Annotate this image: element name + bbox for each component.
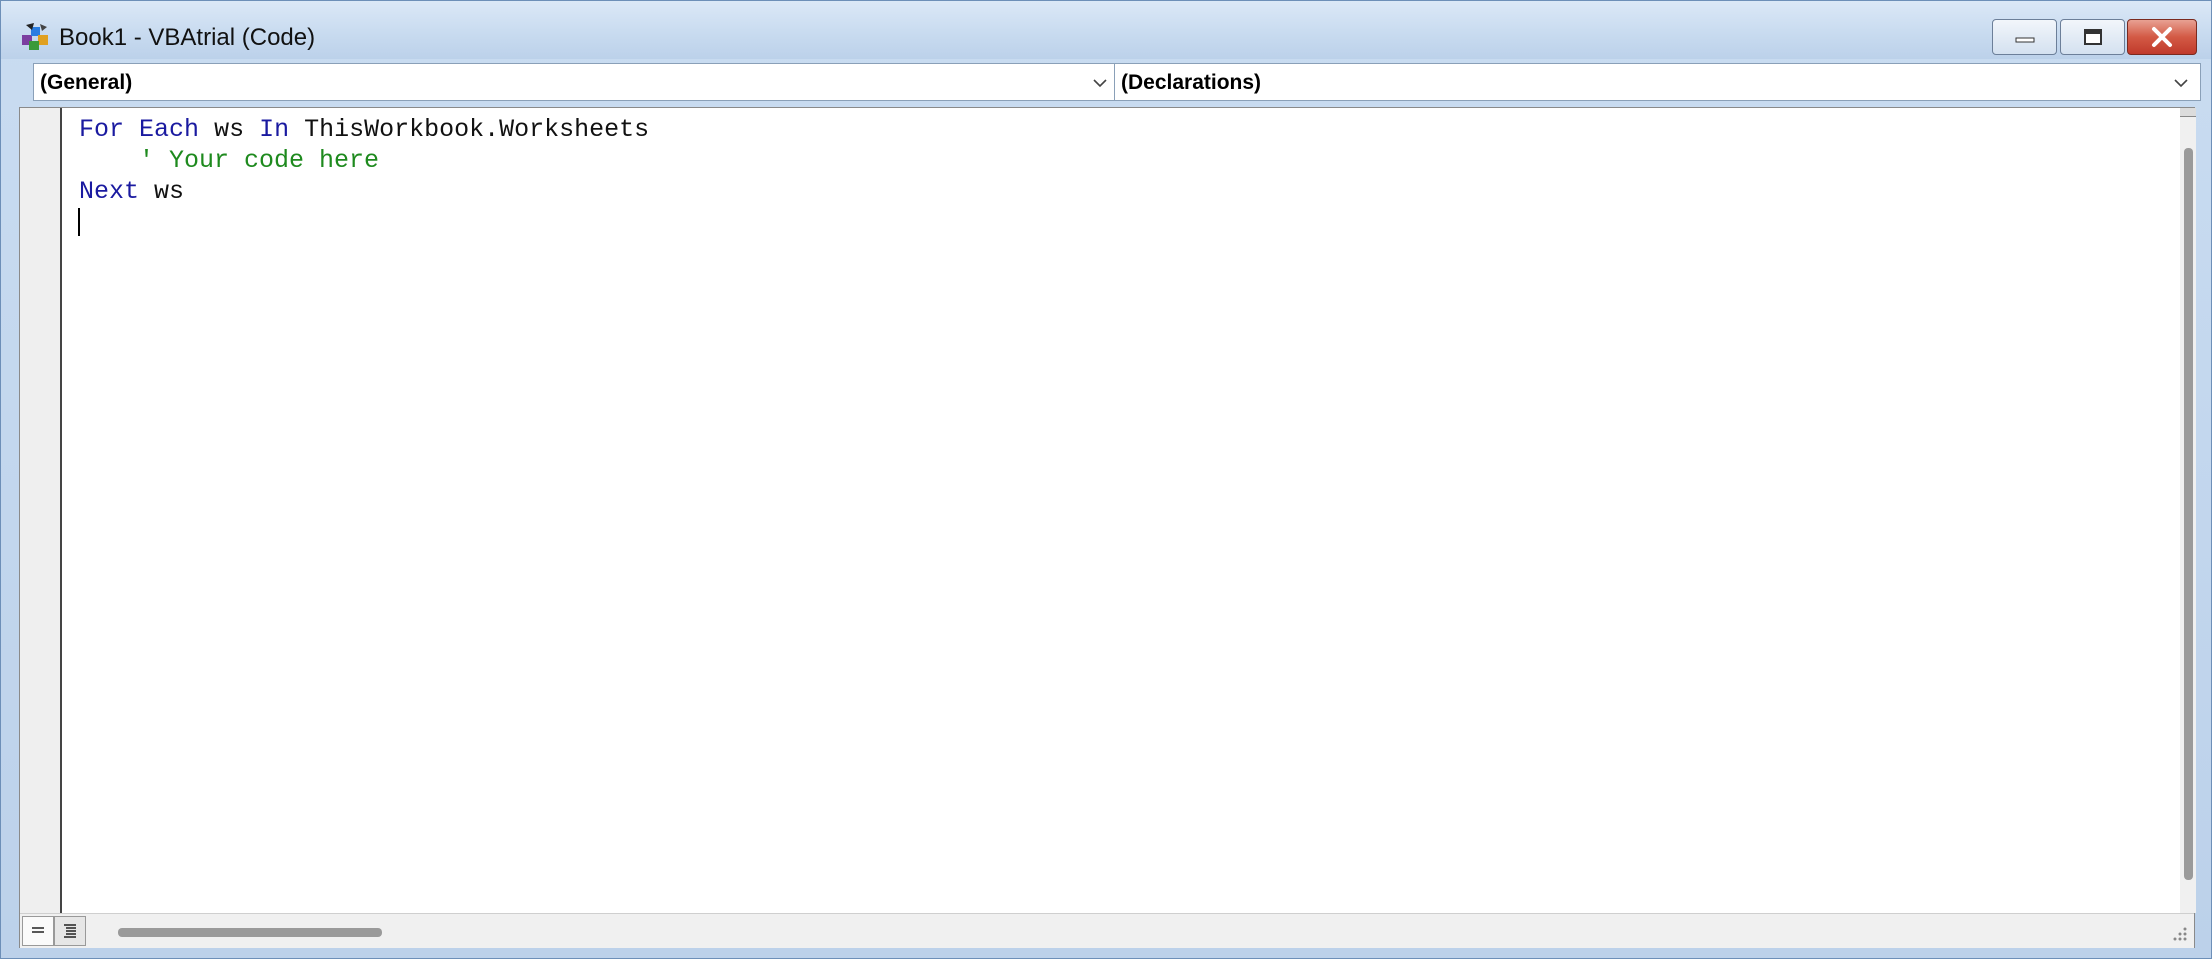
code-line-1: For Each ws In ThisWorkbook.Worksheets [79,114,649,145]
vertical-scrollbar[interactable] [2180,108,2196,913]
chevron-down-icon[interactable] [2170,72,2192,94]
code-pane[interactable]: For Each ws In ThisWorkbook.Worksheets '… [62,108,2180,913]
maximize-button[interactable] [2060,19,2125,55]
vertical-scroll-thumb[interactable] [2184,148,2193,880]
object-combo-value: (General) [40,71,133,94]
code-toolbar: (General) (Declarations) [21,63,2201,105]
keyword: Next [79,177,140,206]
code-editor[interactable]: For Each ws In ThisWorkbook.Worksheets '… [19,107,2196,948]
full-module-view-icon [64,924,76,938]
vba-project-icon [22,23,48,50]
object-reference: ThisWorkbook.Worksheets [304,115,650,144]
scroll-split-handle[interactable] [2180,108,2196,117]
variable: ws [214,115,245,144]
close-icon [2152,27,2172,47]
variable: ws [154,177,185,206]
vbe-code-window: Book1 - VBAtrial (Code) (General) (Decla… [0,0,2212,959]
comment: ' Your code here [139,146,380,175]
minimize-button[interactable] [1992,19,2057,55]
margin-indicator-bar[interactable] [20,108,62,913]
full-module-view-button[interactable] [54,916,86,946]
window-title: Book1 - VBAtrial (Code) [59,24,316,51]
procedure-combo-value: (Declarations) [1121,71,1262,94]
keyword: Each [139,115,200,144]
keyword: In [259,115,290,144]
code-line-3: Next ws [79,176,184,207]
chevron-down-icon[interactable] [1089,72,1111,94]
title-bar[interactable]: Book1 - VBAtrial (Code) [1,1,2211,59]
procedure-combo[interactable]: (Declarations) [1114,63,2201,101]
maximize-icon [2083,29,2102,45]
horizontal-scroll-thumb[interactable] [118,928,382,937]
resize-grip-icon[interactable] [2170,924,2188,942]
keyword: For [79,115,125,144]
code-line-2: ' Your code here [79,145,379,176]
procedure-view-button[interactable] [22,916,54,946]
close-button[interactable] [2127,19,2197,55]
horizontal-scroll-bar [20,913,2194,948]
object-combo[interactable]: (General) [33,63,1120,101]
text-caret [78,208,80,236]
minimize-icon [2015,37,2034,43]
procedure-view-icon [32,927,44,933]
